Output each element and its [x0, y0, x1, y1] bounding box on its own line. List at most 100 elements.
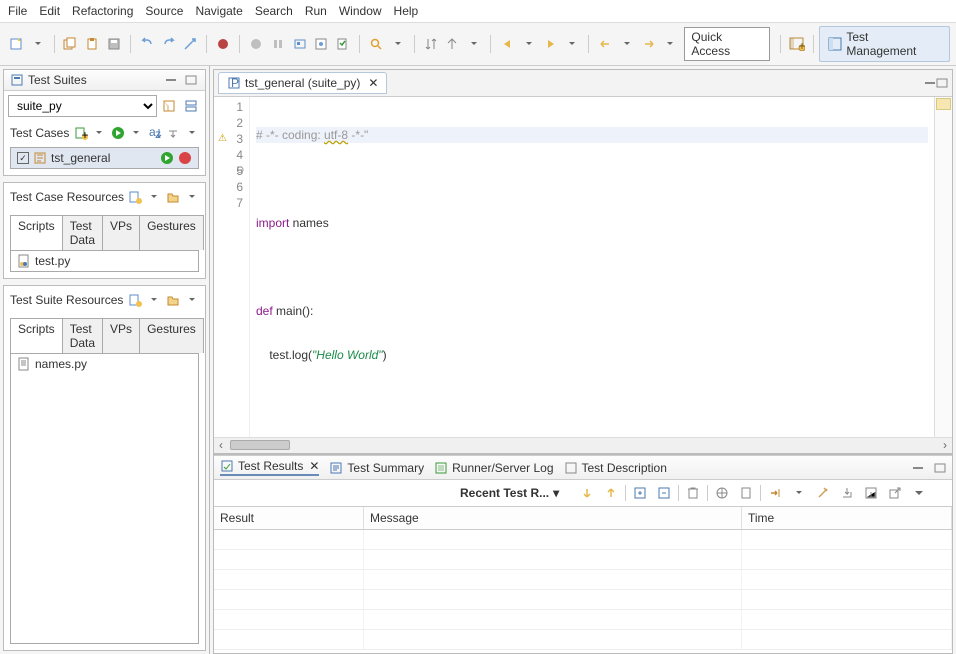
delete-result-button[interactable] [683, 483, 703, 503]
suite-tab-scripts[interactable]: Scripts [10, 318, 63, 353]
code-editor[interactable]: 1 2 ⚠3 4 ⊖5 6 7 # -*- coding: utf-8 -*-"… [214, 97, 952, 437]
resource-item[interactable]: test.py [11, 251, 198, 271]
open-external-button[interactable] [885, 483, 905, 503]
tab-vps[interactable]: VPs [102, 215, 140, 250]
verify-button[interactable] [333, 34, 353, 54]
quick-access-field[interactable]: Quick Access [684, 27, 769, 61]
menu-help[interactable]: Help [394, 4, 419, 18]
run-dropdown[interactable] [129, 123, 144, 143]
collapse-dropdown[interactable] [184, 123, 199, 143]
search-button[interactable] [366, 34, 386, 54]
sort-button[interactable] [421, 34, 441, 54]
menu-file[interactable]: File [8, 4, 27, 18]
suite-tab-gestures[interactable]: Gestures [139, 318, 204, 353]
run-testcase-button[interactable] [110, 123, 125, 143]
perspective-test-management[interactable]: Test Management [819, 26, 949, 62]
new-resource-dropdown[interactable] [147, 187, 162, 207]
expand-button[interactable] [442, 34, 462, 54]
stop-record-button[interactable] [246, 34, 266, 54]
sort-testcase-button[interactable]: az [147, 123, 162, 143]
export-dropdown[interactable] [789, 483, 809, 503]
new-dropdown[interactable] [28, 34, 48, 54]
document-button[interactable] [736, 483, 756, 503]
collapse-all-button[interactable] [654, 483, 674, 503]
up-arrow-button[interactable] [601, 483, 621, 503]
results-maximize-button[interactable] [934, 463, 946, 473]
tab-test-data[interactable]: Test Data [62, 215, 103, 250]
filter-suite-button[interactable] [159, 96, 179, 116]
search-dropdown[interactable] [388, 34, 408, 54]
testcase-checkbox[interactable]: ✓ [17, 152, 29, 164]
pause-button[interactable] [268, 34, 288, 54]
results-minimize-button[interactable] [912, 463, 924, 473]
close-tab-icon[interactable]: ✕ [368, 76, 378, 90]
open-folder-button[interactable] [166, 187, 181, 207]
insert-vp-button[interactable] [312, 34, 332, 54]
connect-button[interactable] [181, 34, 201, 54]
scroll-right-icon[interactable]: › [938, 438, 952, 453]
record-button[interactable] [213, 34, 233, 54]
recent-results-dropdown[interactable]: ▾ [553, 486, 559, 500]
tab-test-results[interactable]: Test Results ✕ [220, 459, 319, 476]
view-mode-button[interactable] [181, 96, 201, 116]
view-menu-button[interactable] [909, 483, 929, 503]
tab-test-description[interactable]: Test Description [564, 461, 667, 475]
close-results-icon[interactable]: ✕ [309, 459, 319, 473]
open-perspective-button[interactable]: + [787, 34, 807, 54]
menu-run[interactable]: Run [305, 4, 327, 18]
suite-resource-item[interactable]: names.py [11, 354, 198, 374]
tab-gestures[interactable]: Gestures [139, 215, 204, 250]
new-testcase-button[interactable]: + [73, 123, 88, 143]
col-result[interactable]: Result [214, 507, 364, 529]
screenshot-button[interactable] [290, 34, 310, 54]
fold-icon[interactable]: ⊖ [236, 163, 244, 179]
globe-button[interactable] [712, 483, 732, 503]
forward-button[interactable] [541, 34, 561, 54]
maximize-button[interactable] [183, 73, 199, 87]
stop-icon[interactable] [178, 151, 192, 165]
open-folder-dropdown[interactable] [184, 187, 199, 207]
new-button[interactable] [6, 34, 26, 54]
col-time[interactable]: Time [742, 507, 952, 529]
editor-tab[interactable]: P tst_general (suite_py) ✕ [218, 72, 387, 94]
menu-navigate[interactable]: Navigate [195, 4, 242, 18]
clear-button[interactable] [813, 483, 833, 503]
horizontal-scrollbar[interactable]: ‹ › [214, 437, 952, 453]
save-button[interactable] [104, 34, 124, 54]
new-resource-button[interactable] [128, 187, 143, 207]
new-suite-resource-dropdown[interactable] [146, 290, 161, 310]
undo-button[interactable] [137, 34, 157, 54]
collapse-testcase-button[interactable] [166, 123, 181, 143]
nav-back-dropdown[interactable] [617, 34, 637, 54]
copy-button[interactable] [61, 34, 81, 54]
back-dropdown[interactable] [519, 34, 539, 54]
scroll-left-icon[interactable]: ‹ [214, 438, 228, 453]
export-button[interactable] [765, 483, 785, 503]
tab-scripts[interactable]: Scripts [10, 215, 63, 250]
run-icon[interactable] [160, 151, 174, 165]
menu-source[interactable]: Source [145, 4, 183, 18]
minimize-button[interactable] [163, 73, 179, 87]
save-result-button[interactable] [861, 483, 881, 503]
paste-button[interactable] [82, 34, 102, 54]
tab-test-summary[interactable]: Test Summary [329, 461, 424, 475]
back-button[interactable] [497, 34, 517, 54]
nav-back-button[interactable] [595, 34, 615, 54]
suite-select[interactable]: suite_py [8, 95, 157, 117]
overview-ruler[interactable] [934, 97, 952, 437]
redo-button[interactable] [159, 34, 179, 54]
nav-forward-dropdown[interactable] [661, 34, 681, 54]
forward-dropdown[interactable] [562, 34, 582, 54]
editor-minimize-button[interactable] [924, 78, 936, 88]
tab-runner-log[interactable]: Runner/Server Log [434, 461, 553, 475]
suite-tab-test-data[interactable]: Test Data [62, 318, 103, 353]
menu-refactoring[interactable]: Refactoring [72, 4, 133, 18]
open-suite-folder-dropdown[interactable] [184, 290, 199, 310]
scroll-thumb[interactable] [230, 440, 290, 450]
code-area[interactable]: # -*- coding: utf-8 -*-" import names de… [250, 97, 934, 437]
new-testcase-dropdown[interactable] [92, 123, 107, 143]
menu-search[interactable]: Search [255, 4, 293, 18]
menu-edit[interactable]: Edit [39, 4, 60, 18]
import-button[interactable] [837, 483, 857, 503]
open-suite-folder-button[interactable] [165, 290, 180, 310]
